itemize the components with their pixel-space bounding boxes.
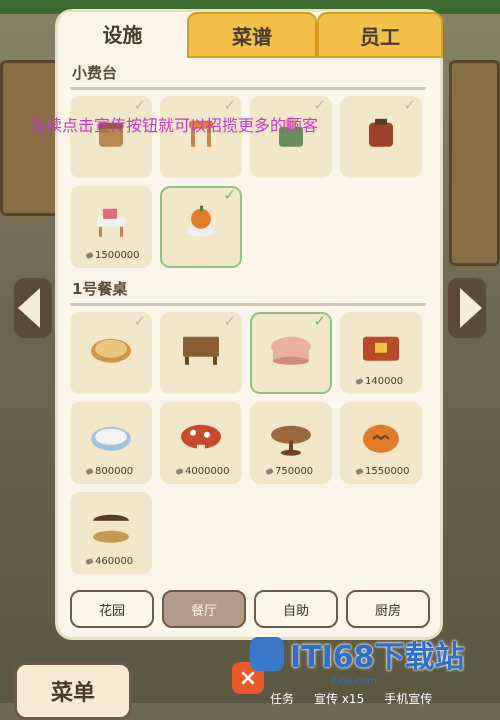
- item-price: 800000: [85, 466, 134, 477]
- section-2: 2号餐桌✓✓✓✓: [66, 578, 430, 586]
- item-price: 1500000: [85, 250, 140, 261]
- section-1: 1号餐桌 ✓ ✓ ✓ 140000 800000 4000000 750000 1550000 4…: [66, 272, 430, 574]
- coin-icon: [85, 251, 94, 260]
- section-title: 小费台: [72, 64, 118, 82]
- coin-icon: [265, 467, 274, 476]
- bottom-label-1[interactable]: 宣传 x15: [314, 690, 364, 707]
- watermark-logo-icon: [250, 637, 284, 671]
- item-illustration: [269, 419, 313, 463]
- section-title: 2号餐桌: [66, 578, 430, 586]
- item-illustration: [181, 203, 221, 247]
- item-illustration: [89, 419, 133, 463]
- item-illustration: [179, 329, 223, 373]
- item-illustration: [361, 113, 401, 157]
- menu-button[interactable]: 菜单: [14, 662, 132, 720]
- background-shelf-left: [0, 60, 66, 216]
- coin-icon: [355, 467, 364, 476]
- item-illustration: [359, 419, 403, 463]
- filter-花园[interactable]: 花园: [70, 590, 154, 628]
- arrow-right-icon: [460, 288, 482, 328]
- price-value: 460000: [95, 556, 134, 567]
- section-divider: [70, 87, 426, 90]
- section-title: 1号餐桌: [72, 280, 128, 298]
- item-price: 140000: [355, 376, 404, 387]
- owned-check-icon: ✓: [223, 312, 236, 330]
- tab-facilities[interactable]: 设施: [60, 12, 185, 54]
- coin-icon: [175, 467, 184, 476]
- item-grid: ✓ ✓ ✓ 140000 800000 4000000 750000 1550000 46000…: [66, 312, 430, 574]
- filter-餐厅[interactable]: 餐厅: [162, 590, 246, 628]
- item-illustration: [179, 419, 223, 463]
- price-value: 140000: [365, 376, 404, 387]
- facility-item-tip-stand-4[interactable]: ✓: [340, 96, 422, 178]
- owned-check-icon: ✓: [403, 96, 416, 114]
- facility-item-table-drum[interactable]: 460000: [70, 492, 152, 574]
- bottom-action-labels: 任务 宣传 x15 手机宣传: [270, 690, 432, 707]
- tab-staff[interactable]: 员工: [317, 12, 443, 58]
- facility-item-table-stump[interactable]: ✓: [70, 312, 152, 394]
- facility-item-table-blue-stripe[interactable]: 800000: [70, 402, 152, 484]
- watermark-text: ITI68下载站: [290, 640, 465, 675]
- bottom-label-0[interactable]: 任务: [270, 690, 294, 707]
- filter-厨房[interactable]: 厨房: [346, 590, 430, 628]
- item-illustration: [91, 203, 131, 247]
- item-price: 750000: [265, 466, 314, 477]
- item-price: 1550000: [355, 466, 410, 477]
- facility-item-table-mushroom[interactable]: 4000000: [160, 402, 242, 484]
- arrow-left-icon: [18, 288, 40, 328]
- facility-item-tip-stand-5[interactable]: 1500000: [70, 186, 152, 268]
- facility-item-tip-stand-1[interactable]: ✓: [70, 96, 152, 178]
- facility-item-tip-stand-pumpkin[interactable]: ✓: [160, 186, 242, 268]
- coin-icon: [85, 557, 94, 566]
- facility-item-table-wood[interactable]: ✓: [160, 312, 242, 394]
- price-value: 750000: [275, 466, 314, 477]
- price-value: 1550000: [365, 466, 410, 477]
- promo-hint-text: 连续点击宣传按钮就可以招揽更多的顾客: [30, 116, 319, 135]
- item-illustration: [269, 329, 313, 373]
- facility-item-table-red-cloth[interactable]: 140000: [340, 312, 422, 394]
- facility-item-tip-stand-3[interactable]: ✓: [250, 96, 332, 178]
- coin-icon: [355, 377, 364, 386]
- item-illustration: [89, 509, 133, 553]
- owned-check-icon: ✓: [313, 312, 326, 330]
- price-value: 1500000: [95, 250, 140, 261]
- section-0: 小费台 ✓ ✓ ✓ ✓ 1500000 ✓: [66, 56, 430, 268]
- site-watermark: ITI68下载站: [250, 632, 465, 676]
- item-illustration: [359, 329, 403, 373]
- category-filter-bar: 花园 餐厅 自助 厨房: [66, 590, 434, 632]
- item-price: 4000000: [175, 466, 230, 477]
- owned-check-icon: ✓: [133, 312, 146, 330]
- facility-item-table-pumpkin[interactable]: 1550000: [340, 402, 422, 484]
- item-price: 460000: [85, 556, 134, 567]
- section-divider: [70, 303, 426, 306]
- watermark-subtext: iti68.com: [330, 676, 377, 687]
- background-shelf-right: [449, 60, 500, 266]
- tab-recipes[interactable]: 菜谱: [187, 12, 317, 58]
- price-value: 800000: [95, 466, 134, 477]
- price-value: 4000000: [185, 466, 230, 477]
- facility-item-table-round-wood[interactable]: 750000: [250, 402, 332, 484]
- facility-item-tip-stand-2[interactable]: ✓: [160, 96, 242, 178]
- item-illustration: [89, 329, 133, 373]
- owned-check-icon: ✓: [223, 186, 236, 204]
- filter-自助[interactable]: 自助: [254, 590, 338, 628]
- coin-icon: [85, 467, 94, 476]
- facility-item-table-checkered[interactable]: ✓: [250, 312, 332, 394]
- bottom-label-2[interactable]: 手机宣传: [384, 690, 432, 707]
